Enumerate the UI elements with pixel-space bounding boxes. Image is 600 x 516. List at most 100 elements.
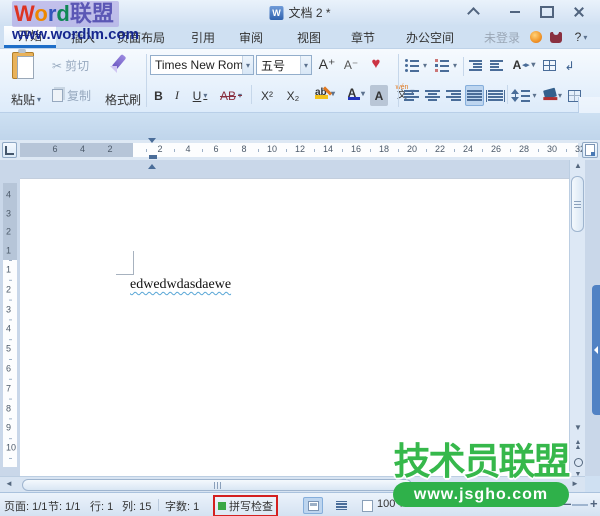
tab-label: 页面布局 [116, 30, 165, 45]
tab-section[interactable]: 章节 [340, 26, 386, 48]
align-right-button[interactable] [444, 85, 463, 106]
help-button[interactable]: ? ▾ [568, 26, 594, 48]
document-page[interactable]: edwedwdasdaewe [20, 178, 569, 477]
tab-page-layout[interactable]: 页面布局 [110, 26, 172, 48]
font-name-combo[interactable]: Times New Roma ▾ [150, 55, 254, 75]
scroll-up-button[interactable]: ▲ [571, 162, 585, 170]
heart-icon: ♥ [371, 55, 381, 72]
scroll-left-button[interactable]: ◄ [2, 480, 16, 488]
document-text[interactable]: edwedwdasdaewe [130, 277, 231, 293]
tab-view[interactable]: 视图 [286, 26, 332, 48]
distribute-button[interactable] [486, 85, 505, 106]
view-page-button[interactable] [303, 497, 323, 514]
tab-stop-L-icon [5, 145, 14, 155]
ruler-number: 6 [52, 144, 58, 154]
ruler-number: 2 [107, 144, 113, 154]
increase-indent-icon [490, 59, 503, 72]
ruler-number: 28 [518, 144, 530, 154]
scroll-down-button[interactable]: ▼ [571, 424, 585, 432]
italic-button[interactable]: I [169, 85, 185, 106]
paste-icon [8, 49, 44, 82]
text-effects-button[interactable]: ♥ [364, 53, 388, 74]
maximize-button[interactable] [533, 3, 561, 20]
left-indent-marker[interactable] [149, 155, 157, 159]
horizontal-ruler[interactable]: 642 2 4 6 8 10 12 14 16 18 20 22 24 26 28 30 32 [20, 138, 585, 169]
ribbon-toolbar: 粘贴 ▾ ✂ 剪切 复制 格式刷 Times New Roma ▾ 五号 ▾ A⁺… [0, 48, 600, 162]
copy-button[interactable]: 复制 [52, 85, 106, 106]
tab-insert[interactable]: 插入 [60, 26, 106, 48]
tab-stop-selector[interactable] [2, 142, 17, 158]
arrow-left-icon: ◄ [5, 479, 13, 488]
vertical-ruler[interactable]: 4 3 2 1 1 2 3 4 5 6 7 8 9 10 [3, 160, 17, 476]
font-color-button[interactable]: A ▾ [342, 83, 368, 104]
view-outline-button[interactable] [331, 497, 351, 514]
align-justify-button[interactable] [465, 85, 484, 106]
subscript-button[interactable]: X₂ [281, 85, 305, 106]
align-center-button[interactable] [423, 85, 442, 106]
view-outline-icon [335, 500, 347, 511]
group-divider [398, 54, 399, 107]
bullet-list-button[interactable]: ▾ [402, 55, 430, 76]
titlebar: W 文档 2 * [0, 0, 600, 26]
zoom-in-button[interactable]: + [590, 496, 598, 511]
shrink-font-button[interactable]: A⁻ [340, 54, 362, 75]
view-web-button[interactable] [357, 497, 377, 514]
highlight-button[interactable]: ab ▾ [309, 83, 339, 104]
shading-bucket-icon [543, 87, 557, 100]
v-scroll-thumb[interactable] [571, 176, 584, 232]
zoom-slider[interactable] [572, 504, 588, 506]
underline-button[interactable]: U ▾ [187, 85, 213, 106]
vertical-scrollbar[interactable]: ▲ ▼ ▲▲ ▼▼ [569, 160, 585, 492]
strikethrough-icon: AB [219, 88, 236, 103]
line-break-button[interactable]: ↲ [561, 55, 578, 76]
chevron-up-icon [466, 7, 480, 20]
char-shading-button[interactable]: A [370, 85, 388, 106]
cut-button[interactable]: ✂ 剪切 [52, 55, 106, 76]
chevron-down-icon: ▾ [360, 89, 365, 98]
bold-button[interactable]: B [150, 85, 167, 106]
close-button[interactable] [565, 3, 593, 20]
tab-home[interactable]: 开始 [4, 26, 56, 48]
superscript-button[interactable]: X² [255, 85, 279, 106]
tab-office-space[interactable]: 办公空间 [396, 26, 464, 48]
zoom-out-button[interactable]: — [558, 496, 571, 511]
horizontal-scrollbar[interactable]: ◄ ► [0, 476, 585, 492]
ruler-number: 1 [6, 264, 12, 275]
previous-page-button[interactable]: ▲ ▲ [571, 439, 585, 451]
tab-review[interactable]: 审阅 [228, 26, 274, 48]
numbered-list-button[interactable]: ▾ [432, 55, 460, 76]
small-divider [251, 85, 252, 104]
ruler-number: 4 [185, 144, 191, 154]
grow-font-button[interactable]: A⁺ [316, 54, 338, 75]
spellcheck-button[interactable]: 拼写检查 [229, 498, 273, 514]
scissors-icon: ✂ [52, 58, 63, 73]
collapse-ribbon-button[interactable] [459, 3, 487, 20]
increase-indent-button[interactable] [487, 55, 506, 76]
char-scale-button[interactable]: A ◂▸ ▾ [510, 54, 538, 75]
paste-button[interactable]: 粘贴 ▾ [2, 89, 50, 110]
browse-object-button[interactable] [571, 458, 585, 467]
line-spacing-button[interactable]: ▾ [510, 85, 538, 106]
decrease-indent-button[interactable] [466, 55, 485, 76]
chevron-down-icon: ▾ [557, 91, 562, 100]
scroll-right-button[interactable]: ► [568, 480, 582, 488]
align-left-button[interactable] [402, 85, 421, 106]
text-direction-button[interactable] [540, 55, 559, 76]
skin-button[interactable] [548, 26, 564, 48]
format-painter-button[interactable]: 格式刷 [102, 89, 144, 110]
strikethrough-button[interactable]: AB ▾ [215, 85, 247, 106]
font-size-combo[interactable]: 五号 ▾ [256, 55, 312, 75]
bullet-list-icon [404, 59, 419, 72]
h-scroll-thumb[interactable] [22, 479, 412, 491]
chevron-down-icon: ▾ [241, 56, 253, 74]
ruler-number: 20 [406, 144, 418, 154]
shading-button[interactable]: ▾ [540, 85, 566, 106]
tab-references[interactable]: 引用 [180, 26, 226, 48]
tab-label: 引用 [190, 30, 215, 45]
minimize-button[interactable] [501, 3, 529, 20]
ruler-toggle-button[interactable] [582, 142, 598, 158]
sidebar-expand-handle[interactable] [592, 285, 600, 415]
ruler-number: 6 [213, 144, 219, 154]
login-status[interactable]: 未登录 [480, 26, 524, 48]
promo-flame-button[interactable] [528, 26, 544, 48]
